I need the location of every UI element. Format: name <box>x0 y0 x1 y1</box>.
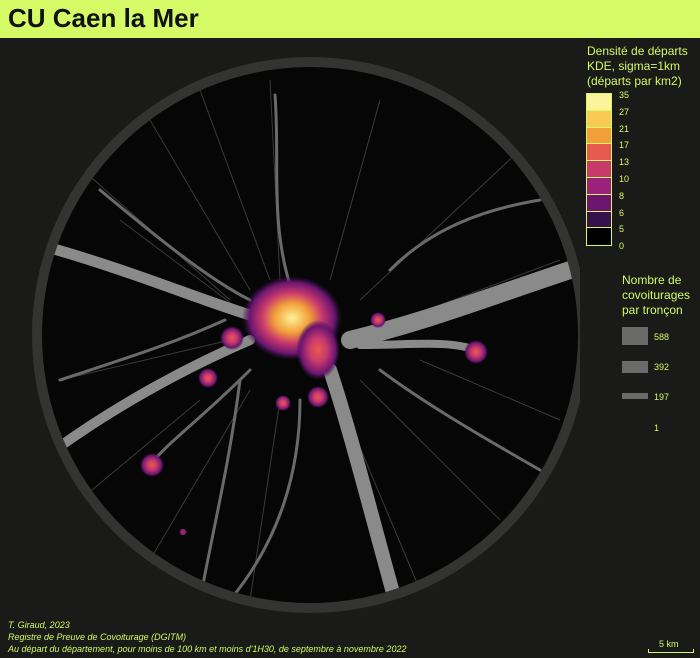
flow-legend-value-1: 1 <box>654 423 660 433</box>
density-break-8: 8 <box>619 190 625 201</box>
title-bar: CU Caen la Mer <box>0 0 700 38</box>
density-swatch-0 <box>586 93 612 112</box>
density-swatch-7 <box>586 210 612 230</box>
density-break-6: 6 <box>619 207 625 218</box>
density-swatch-6 <box>586 193 612 213</box>
flow-legend-title-1: Nombre de <box>622 273 682 287</box>
flow-legend-title-2: covoiturages <box>622 288 691 302</box>
density-break-13: 13 <box>619 157 630 168</box>
density-swatch-5 <box>586 177 612 196</box>
density-break-17: 17 <box>619 140 630 151</box>
flow-legend-value-392: 392 <box>654 362 670 372</box>
scale-bar <box>648 649 694 653</box>
density-break-5: 5 <box>619 224 625 235</box>
credit-scope: Au départ du département, pour moins de … <box>8 644 407 654</box>
credit-author: T. Giraud, 2023 <box>8 620 70 630</box>
density-legend-title-1: Densité de départs <box>587 44 688 58</box>
flow-legend-value-588: 588 <box>654 332 670 342</box>
density-swatch-3 <box>586 143 612 163</box>
density-legend-title-3: (départs par km2) <box>587 74 682 88</box>
density-swatch-2 <box>586 126 612 146</box>
density-swatch-8 <box>586 227 612 247</box>
density-break-27: 27 <box>619 106 630 117</box>
flow-legend-line-588 <box>622 327 648 345</box>
flow-legend-line-392 <box>622 361 648 373</box>
flow-legend-value-197: 197 <box>654 392 670 402</box>
density-break-0: 0 <box>619 241 625 252</box>
map-area <box>32 57 580 613</box>
map-title: CU Caen la Mer <box>8 3 199 33</box>
flow-legend-line-197 <box>622 393 648 399</box>
density-break-35: 35 <box>619 90 630 100</box>
density-swatch-1 <box>586 109 612 129</box>
scale-label: 5 km <box>659 639 679 649</box>
density-break-10: 10 <box>619 174 630 184</box>
credit-source: Registre de Preuve de Covoiturage (DGITM… <box>8 632 187 642</box>
flow-legend-title-3: par tronçon <box>622 303 683 317</box>
density-break-21: 21 <box>619 123 630 134</box>
density-legend-title-2: KDE, sigma=1km <box>587 59 681 73</box>
density-swatch-4 <box>586 160 612 179</box>
